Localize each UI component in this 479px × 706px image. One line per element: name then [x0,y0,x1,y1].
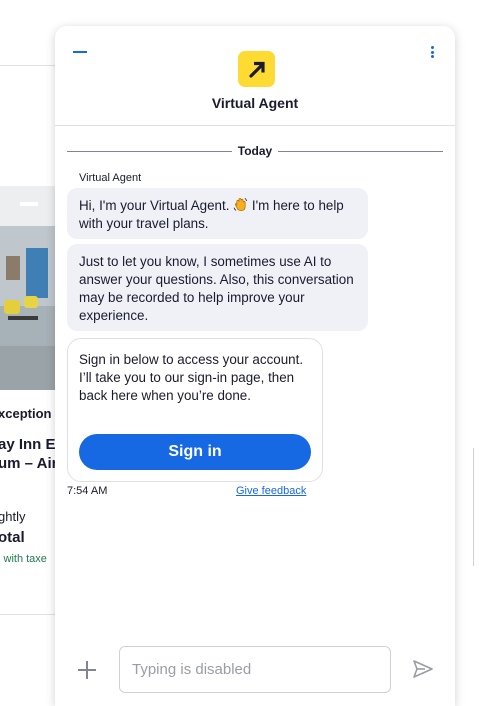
message-input[interactable] [119,646,391,693]
hotel-image[interactable] [0,186,60,390]
hotel-name-line2[interactable]: um – Air [0,455,57,472]
scrollbar[interactable] [473,448,479,566]
brand-logo [238,51,275,87]
give-feedback-link[interactable]: Give feedback [236,485,306,497]
signin-card: Sign in below to access your account. I’… [67,338,323,482]
divider [0,614,60,615]
date-label: Today [237,144,273,158]
message-timestamp: 7:54 AM [67,485,108,497]
nightly-label: ghtly [0,509,26,524]
waving-hand-icon [233,197,248,211]
date-divider: Today [67,144,444,158]
chat-header: Virtual Agent [55,26,455,126]
minimize-icon[interactable] [73,48,89,56]
message-text: Hi, I'm your Virtual Agent. [79,198,230,213]
composer [55,638,455,706]
send-icon[interactable] [411,657,435,681]
exception-label: xception [0,406,52,421]
divider [0,65,60,66]
plus-icon[interactable] [77,660,97,680]
agent-message: Hi, I'm your Virtual Agent. I'm here to … [67,188,368,239]
taxes-label: l with taxe [0,553,47,565]
arrow-up-right-icon [248,61,265,78]
chat-title: Virtual Agent [211,95,299,111]
sign-in-button[interactable]: Sign in [79,434,311,470]
chat-panel: Virtual Agent Today Virtual Agent Hi, I'… [55,26,455,706]
more-vertical-icon[interactable] [427,44,437,60]
agent-message: Just to let you know, I sometimes use AI… [67,244,368,331]
total-label: otal [0,529,25,546]
sender-name: Virtual Agent [79,172,142,184]
signin-card-text: Sign in below to access your account. I’… [79,352,304,403]
